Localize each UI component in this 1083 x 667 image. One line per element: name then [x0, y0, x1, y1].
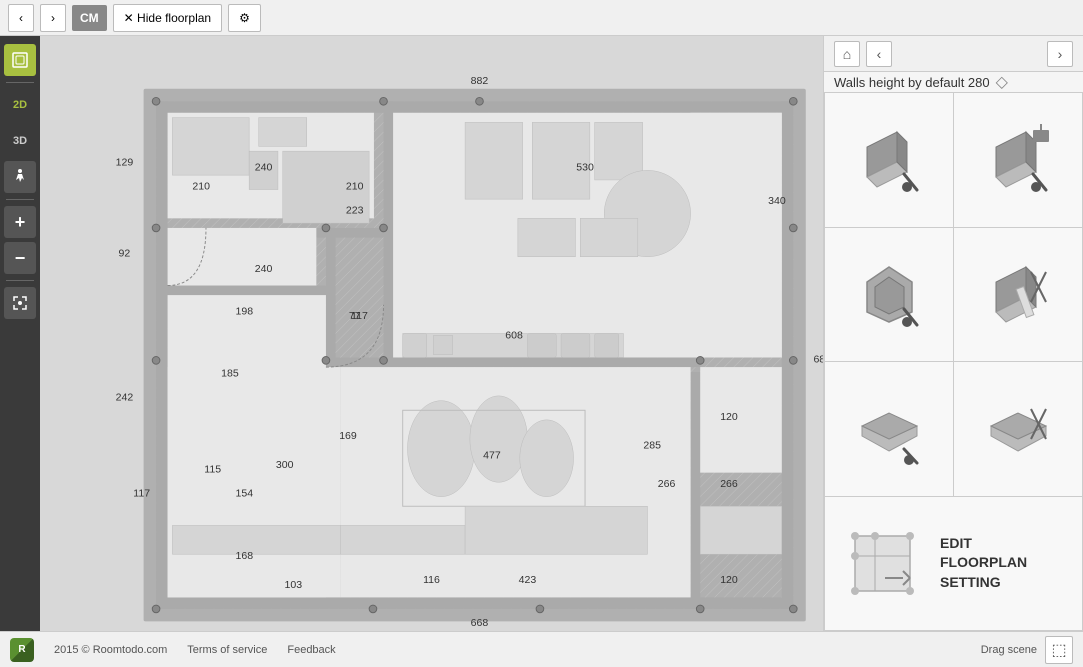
home-nav-button[interactable]: ⌂	[834, 41, 860, 67]
terms-link[interactable]: Terms of service	[187, 644, 267, 656]
svg-text:210: 210	[346, 181, 364, 193]
feedback-link[interactable]: Feedback	[287, 644, 335, 656]
settings-button[interactable]: ⚙	[228, 4, 261, 32]
svg-text:168: 168	[236, 550, 254, 562]
mode-2d-button[interactable]: 2D	[4, 89, 36, 121]
main-content: 2D 3D + −	[0, 36, 1083, 631]
select-tool-button[interactable]	[4, 44, 36, 76]
canvas-area[interactable]: 882 668 129 92 242 683 240 210 210 223 5…	[40, 36, 823, 631]
svg-text:115: 115	[204, 464, 221, 476]
right-panel-header: ⌂ ‹ ›	[824, 36, 1083, 72]
svg-text:423: 423	[519, 574, 537, 586]
panel-title-area: Walls height by default 280 ◇	[824, 72, 1083, 92]
svg-text:300: 300	[276, 459, 294, 471]
edit-floorplan-label: EDIT FLOORPLAN SETTING	[940, 534, 1062, 593]
wall-cut-tool[interactable]	[954, 228, 1082, 362]
svg-text:266: 266	[720, 478, 738, 490]
left-toolbar: 2D 3D + −	[0, 36, 40, 631]
dim-top: 882	[471, 75, 489, 87]
right-panel: ⌂ ‹ › Walls height by default 280 ◇	[823, 36, 1083, 631]
top-toolbar: ‹ › CM ✕ Hide floorplan ⚙	[0, 0, 1083, 36]
floor-draw-icon	[849, 389, 929, 469]
dim-left-1: 129	[116, 157, 134, 169]
svg-text:169: 169	[339, 430, 357, 442]
zoom-in-button[interactable]: +	[4, 206, 36, 238]
spinner-icon: ◇	[996, 72, 1008, 92]
svg-text:116: 116	[423, 574, 440, 586]
bottom-bar: R 2015 © Roomtodo.com Terms of service F…	[0, 631, 1083, 667]
drag-scene-label: Drag scene	[981, 644, 1037, 656]
drag-scene-area: Drag scene ⬚	[981, 636, 1073, 664]
dim-bottom: 668	[471, 617, 489, 629]
floor-cut-icon	[978, 389, 1058, 469]
svg-text:285: 285	[643, 440, 661, 452]
dim-left-3: 242	[116, 392, 134, 404]
svg-text:210: 210	[192, 181, 210, 193]
copyright-text: 2015 © Roomtodo.com	[54, 644, 167, 656]
svg-text:530: 530	[576, 161, 594, 173]
edit-floorplan-tool[interactable]: EDIT FLOORPLAN SETTING	[825, 497, 1082, 631]
drag-icon: ⬚	[1045, 636, 1073, 664]
svg-text:185: 185	[221, 368, 239, 380]
svg-text:240: 240	[255, 263, 273, 275]
forward-nav-button[interactable]: ›	[1047, 41, 1073, 67]
back-button[interactable]: ‹	[8, 4, 34, 32]
svg-text:103: 103	[285, 579, 303, 591]
dim-left-2: 92	[119, 248, 131, 260]
svg-text:608: 608	[505, 329, 523, 341]
wall-draw-icon	[849, 120, 929, 200]
app-logo: R	[10, 638, 34, 662]
separator	[6, 199, 34, 200]
svg-text:266: 266	[658, 478, 676, 490]
walk-mode-button[interactable]	[4, 161, 36, 193]
fit-view-button[interactable]	[4, 287, 36, 319]
zoom-out-button[interactable]: −	[4, 242, 36, 274]
tool-grid: EDIT FLOORPLAN SETTING	[824, 92, 1083, 631]
svg-text:117: 117	[351, 310, 368, 322]
dim-right: 683	[813, 353, 823, 365]
svg-text:477: 477	[483, 449, 501, 461]
svg-text:154: 154	[236, 488, 254, 500]
wall-cut-icon	[978, 254, 1058, 334]
svg-text:223: 223	[346, 205, 364, 217]
wall-draw-alt-tool[interactable]	[954, 93, 1082, 227]
separator	[6, 280, 34, 281]
wall-draw-alt-icon	[978, 120, 1058, 200]
svg-text:117: 117	[133, 488, 150, 500]
panel-nav: ⌂ ‹	[834, 41, 892, 67]
floorplan-svg: 882 668 129 92 242 683 240 210 210 223 5…	[40, 36, 823, 631]
back-nav-button[interactable]: ‹	[866, 41, 892, 67]
svg-text:240: 240	[255, 161, 273, 173]
svg-text:198: 198	[236, 305, 254, 317]
panel-title: Walls height by default 280	[834, 75, 990, 90]
forward-button[interactable]: ›	[40, 4, 66, 32]
svg-text:120: 120	[720, 411, 738, 423]
wall-shape-icon	[849, 254, 929, 334]
floor-draw-tool[interactable]	[825, 362, 953, 496]
hide-floorplan-button[interactable]: ✕ Hide floorplan	[113, 4, 222, 32]
floor-cut-tool[interactable]	[954, 362, 1082, 496]
svg-text:120: 120	[720, 574, 738, 586]
mode-3d-button[interactable]: 3D	[4, 125, 36, 157]
unit-button[interactable]: CM	[72, 5, 107, 31]
svg-text:340: 340	[768, 195, 786, 207]
wall-shape-tool[interactable]	[825, 228, 953, 362]
separator	[6, 82, 34, 83]
wall-draw-tool[interactable]	[825, 93, 953, 227]
edit-floorplan-icon	[845, 523, 920, 603]
